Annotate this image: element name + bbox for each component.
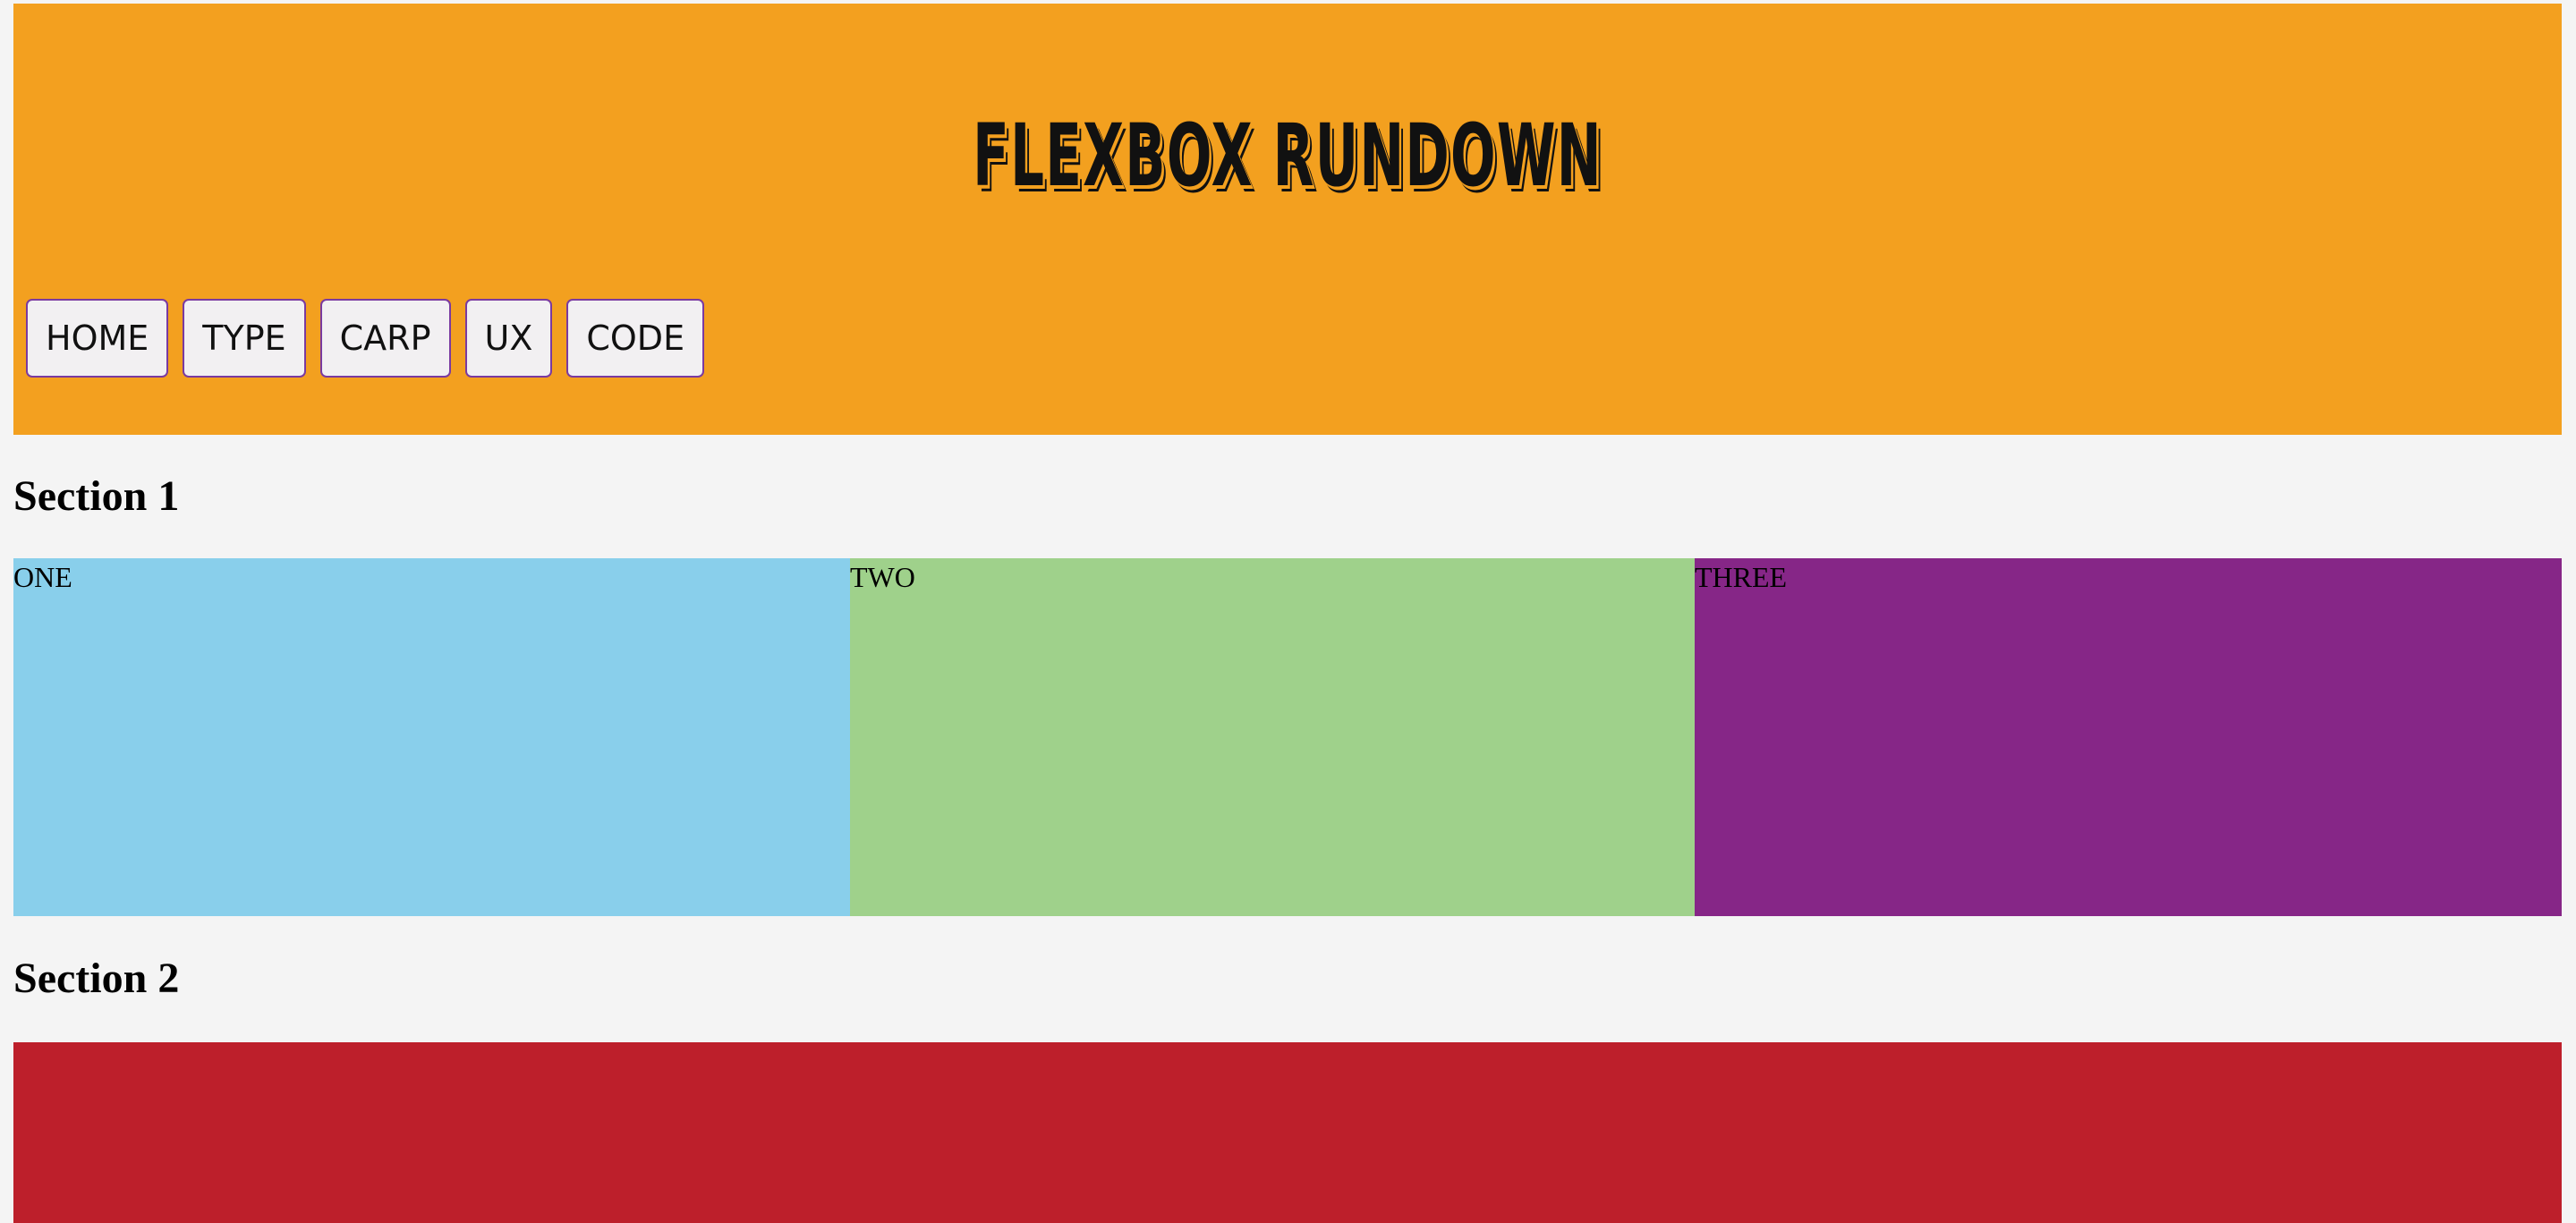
site-header: FLEXBOX RUNDOWN HOME TYPE CARP UX CODE [13, 4, 2562, 435]
section-2-title: Section 2 [13, 955, 180, 1002]
nav-ux-button[interactable]: UX [464, 299, 553, 378]
flex-box-three: THREE [1695, 558, 2562, 916]
nav-type-button[interactable]: TYPE [183, 299, 306, 378]
main-nav: HOME TYPE CARP UX CODE [26, 299, 705, 378]
nav-code-button[interactable]: CODE [566, 299, 705, 378]
page-title: FLEXBOX RUNDOWN [973, 106, 1603, 206]
flex-box-two: TWO [850, 558, 1695, 916]
section-1-flex-row: ONE TWO THREE [13, 558, 2562, 916]
nav-home-button[interactable]: HOME [26, 299, 169, 378]
section-2-block [13, 1042, 2562, 1223]
flex-box-one: ONE [13, 558, 850, 916]
nav-carp-button[interactable]: CARP [319, 299, 451, 378]
section-1-title: Section 1 [13, 472, 180, 520]
